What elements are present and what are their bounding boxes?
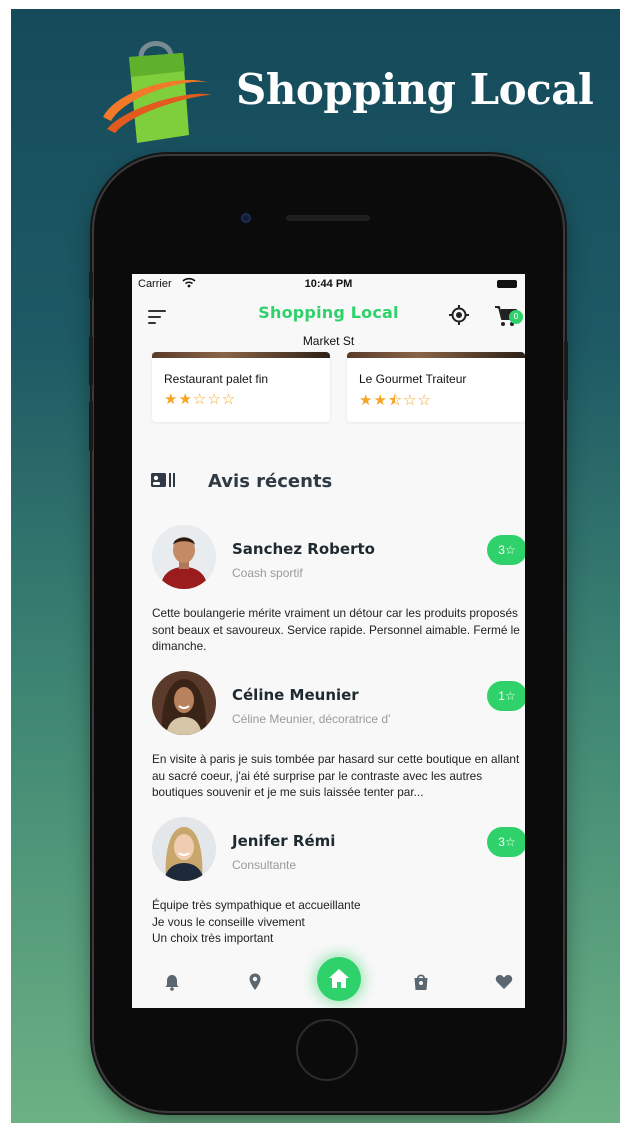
- featured-card[interactable]: Restaurant palet fin ★★☆☆☆: [152, 352, 330, 422]
- battery-icon: [497, 280, 517, 288]
- reviewer-role: Céline Meunier, décoratrice d': [232, 712, 391, 726]
- reviewer-role: Consultante: [232, 858, 297, 872]
- rating-badge: 3☆: [487, 535, 525, 565]
- gps-target-icon[interactable]: [448, 304, 470, 326]
- home-button[interactable]: [296, 1019, 358, 1081]
- reviewer-name: Céline Meunier: [232, 686, 359, 704]
- review-text: En visite à paris je suis tombée par has…: [152, 752, 520, 799]
- star-rating: ★★☆☆☆: [164, 390, 237, 408]
- review-item[interactable]: Céline Meunier Céline Meunier, décoratri…: [132, 671, 525, 801]
- heart-icon[interactable]: [494, 972, 514, 992]
- cart-button[interactable]: 0: [494, 304, 523, 328]
- contact-card-icon: [151, 473, 175, 487]
- reviewer-name: Jenifer Rémi: [232, 832, 336, 850]
- card-name: Restaurant palet fin: [164, 372, 269, 386]
- brand-title: Shopping Local: [236, 65, 594, 114]
- section-title: Avis récents: [208, 471, 333, 492]
- review-item[interactable]: Sanchez Roberto Coash sportif 3☆ Cette b…: [132, 525, 525, 655]
- status-time: 10:44 PM: [304, 278, 353, 290]
- review-text: Cette boulangerie mérite vraiment un dét…: [152, 606, 520, 653]
- bag-icon[interactable]: [411, 972, 431, 992]
- location-pin-icon[interactable]: [245, 972, 265, 992]
- rating-badge: 1☆: [487, 681, 525, 711]
- earpiece-speaker: [286, 215, 370, 221]
- rating-badge: 3☆: [487, 827, 525, 857]
- power-button: [564, 341, 568, 401]
- shopping-bag-logo: [103, 41, 211, 143]
- promo-background: Shopping Local Carrier 10:44 PM Shopping…: [11, 9, 620, 1123]
- avatar: [152, 817, 216, 881]
- card-image: [152, 352, 330, 358]
- star-rating: ★★⯪☆☆: [359, 391, 432, 409]
- bottom-navigation: [132, 954, 525, 1008]
- front-camera: [241, 213, 251, 223]
- review-text: Équipe très sympathique et accueillante …: [152, 898, 361, 945]
- location-subtitle: Market St: [302, 334, 355, 348]
- reviewer-name: Sanchez Roberto: [232, 540, 375, 558]
- app-screen: Carrier 10:44 PM Shopping Local 0 Market…: [132, 274, 525, 1008]
- phone-frame: Carrier 10:44 PM Shopping Local 0 Market…: [89, 156, 568, 1111]
- featured-card[interactable]: Le Gourmet Traiteur ★★⯪☆☆: [347, 352, 525, 422]
- cart-count-badge: 0: [509, 310, 523, 324]
- volume-down-button: [89, 401, 93, 451]
- avatar: [152, 525, 216, 589]
- card-name: Le Gourmet Traiteur: [359, 372, 467, 386]
- volume-up-button: [89, 336, 93, 386]
- status-bar: Carrier 10:44 PM: [132, 274, 525, 294]
- avatar: [152, 671, 216, 735]
- bell-icon[interactable]: [162, 972, 182, 992]
- reviewer-role: Coash sportif: [232, 566, 303, 580]
- mute-switch: [89, 271, 93, 299]
- app-bar: Shopping Local 0 Market St: [132, 296, 525, 350]
- card-image: [347, 352, 525, 358]
- home-icon: [329, 969, 349, 988]
- review-item[interactable]: Jenifer Rémi Consultante 3☆ Équipe très …: [132, 817, 525, 947]
- home-nav-button[interactable]: [317, 957, 361, 1001]
